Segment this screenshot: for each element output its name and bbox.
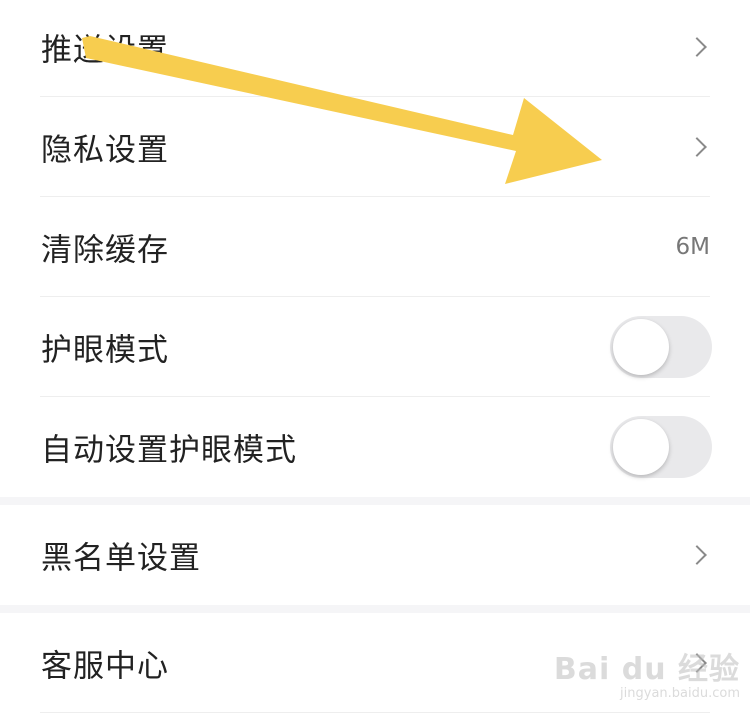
toggle-knob <box>613 318 669 375</box>
auto-eye-care-toggle[interactable] <box>610 416 712 478</box>
privacy-settings-row[interactable]: 隐私设置 <box>40 97 710 197</box>
eye-care-mode-row: 护眼模式 <box>40 297 712 397</box>
watermark-url: jingyan.baidu.com <box>620 686 740 701</box>
push-settings-row[interactable]: 推送设置 <box>40 0 710 97</box>
eye-care-toggle[interactable] <box>610 315 712 378</box>
blacklist-settings-row[interactable]: 黑名单设置 <box>40 505 710 605</box>
cache-size-value: 6M <box>675 233 710 260</box>
settings-group-blacklist: 黑名单设置 <box>0 505 750 605</box>
row-label: 客服中心 <box>41 648 169 684</box>
row-label: 清除缓存 <box>41 232 169 268</box>
row-label: 黑名单设置 <box>41 540 201 577</box>
chevron-right-icon <box>687 36 707 57</box>
row-label: 推送设置 <box>41 32 169 68</box>
watermark-logo-text: Bai du 经验 <box>553 652 740 687</box>
baidu-jingyan-watermark: Bai du 经验 jingyan.baidu.com <box>554 644 740 701</box>
settings-group-general: 推送设置 隐私设置 清除缓存 6M 护眼模式 自动设置护眼模式 <box>0 0 750 497</box>
row-label: 隐私设置 <box>41 132 169 168</box>
toggle-knob <box>613 419 669 475</box>
settings-page: 推送设置 隐私设置 清除缓存 6M 护眼模式 自动设置护眼模式 黑名单设置 客服… <box>0 0 750 715</box>
auto-eye-care-row: 自动设置护眼模式 <box>40 397 712 497</box>
chevron-right-icon <box>687 545 707 565</box>
clear-cache-row[interactable]: 清除缓存 6M <box>40 197 710 297</box>
chevron-right-icon <box>687 136 707 157</box>
row-label: 护眼模式 <box>41 332 169 368</box>
row-label: 自动设置护眼模式 <box>41 432 297 469</box>
